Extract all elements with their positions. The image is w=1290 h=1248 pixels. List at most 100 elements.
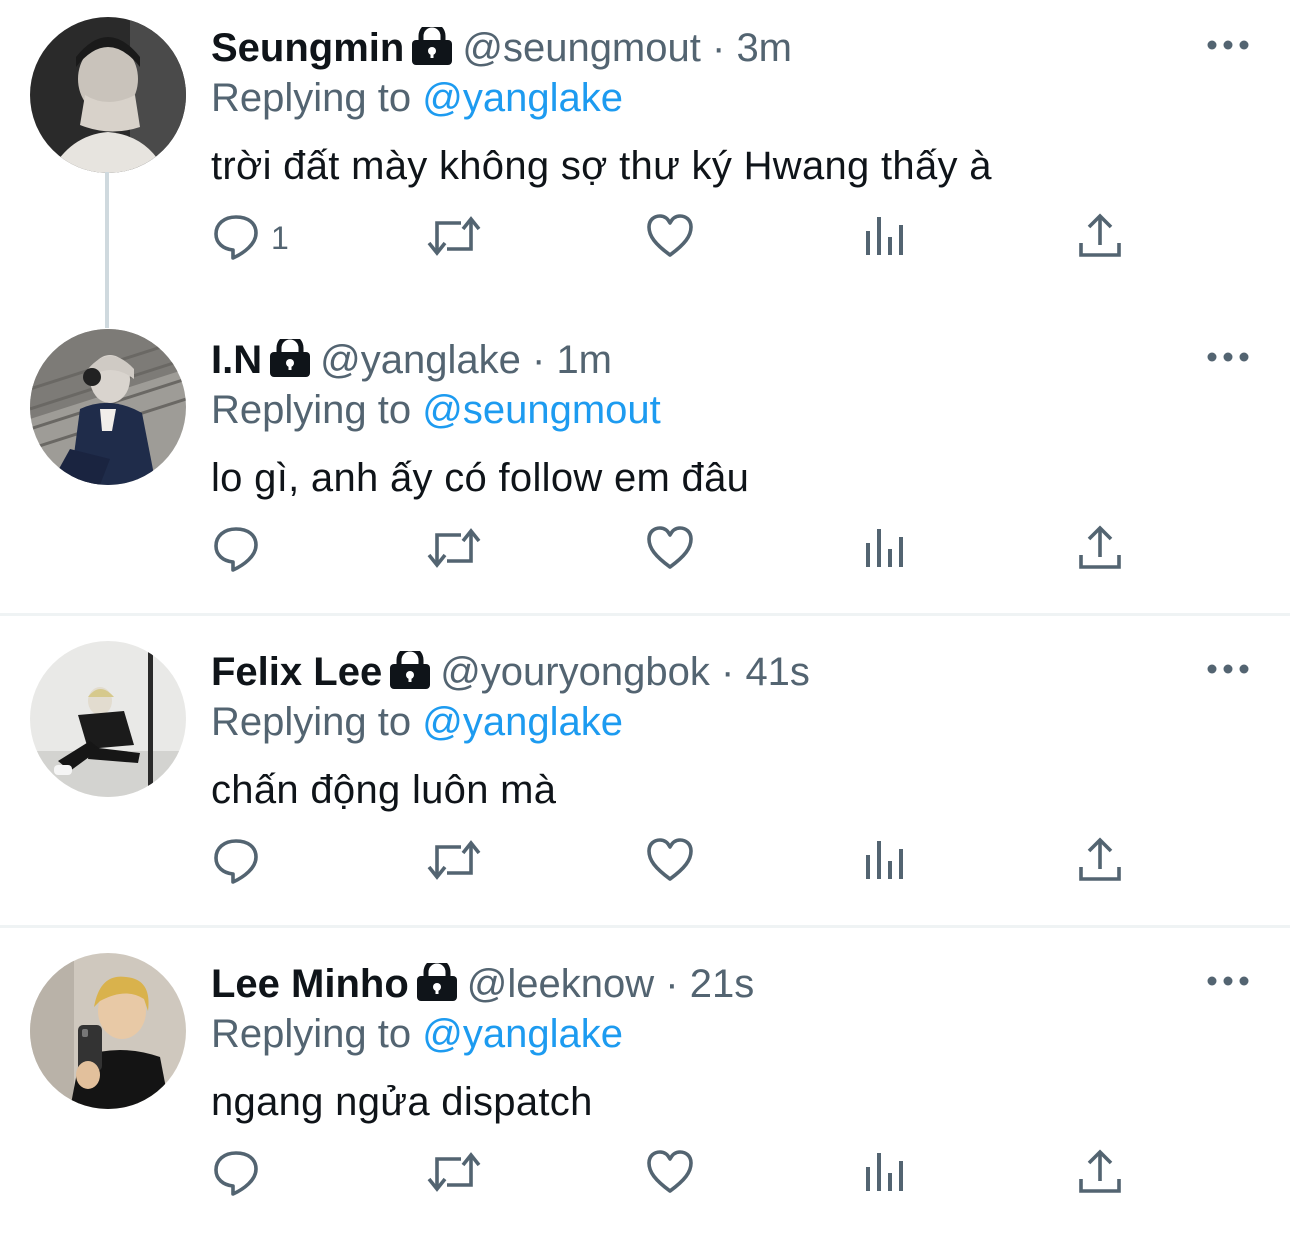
tweet-3[interactable]: Felix Lee @youryongbok · 41s Replying to …	[0, 624, 1290, 936]
avatar[interactable]	[30, 641, 186, 797]
retweet-button[interactable]	[425, 518, 483, 582]
username[interactable]: @yanglake	[320, 338, 521, 382]
more-options-icon[interactable]	[1206, 38, 1250, 52]
reply-button[interactable]: 1	[211, 206, 289, 270]
replying-to-label: Replying to	[211, 388, 412, 432]
lock-icon	[390, 646, 431, 702]
share-button[interactable]	[1077, 206, 1123, 270]
more-options-icon[interactable]	[1206, 662, 1250, 676]
retweet-icon	[425, 211, 483, 266]
tweet-header: Seungmin @seungmout · 3m	[211, 22, 792, 74]
tweet-divider	[0, 613, 1290, 616]
username[interactable]: @seungmout	[462, 26, 701, 70]
share-icon	[1077, 1147, 1123, 1202]
analytics-icon	[863, 1147, 907, 1202]
analytics-button[interactable]	[863, 206, 907, 270]
timestamp[interactable]: 41s	[745, 650, 810, 694]
reply-icon	[211, 835, 261, 890]
mention-link[interactable]: @yanglake	[422, 76, 623, 120]
tweet-text: lo gì, anh ấy có follow em đâu	[211, 456, 750, 500]
like-icon	[645, 211, 695, 266]
tweet-1[interactable]: Seungmin @seungmout · 3m Replying to @yan…	[0, 0, 1290, 328]
retweet-button[interactable]	[425, 206, 483, 270]
more-options-icon[interactable]	[1206, 974, 1250, 988]
avatar[interactable]	[30, 17, 186, 173]
more-options-icon[interactable]	[1206, 350, 1250, 364]
like-icon	[645, 1147, 695, 1202]
retweet-button[interactable]	[425, 1142, 483, 1206]
tweet-header: I.N @yanglake · 1m	[211, 334, 612, 386]
like-icon	[645, 523, 695, 578]
lock-icon	[412, 22, 453, 78]
mention-link[interactable]: @yanglake	[422, 700, 623, 744]
separator-dot: ·	[711, 26, 726, 70]
username[interactable]: @youryongbok	[440, 650, 710, 694]
reply-count: 1	[271, 219, 289, 256]
display-name[interactable]: Seungmin	[211, 26, 404, 70]
reply-button[interactable]	[211, 1142, 271, 1206]
replying-to: Replying to @yanglake	[211, 1008, 623, 1060]
share-icon	[1077, 211, 1123, 266]
share-button[interactable]	[1077, 518, 1123, 582]
analytics-icon	[863, 211, 907, 266]
replying-to: Replying to @yanglake	[211, 72, 623, 124]
share-icon	[1077, 835, 1123, 890]
like-button[interactable]	[645, 1142, 695, 1206]
thread-connector	[105, 172, 109, 328]
tweet-actions	[211, 518, 1131, 582]
replying-to-label: Replying to	[211, 76, 412, 120]
mention-link[interactable]: @seungmout	[422, 388, 661, 432]
display-name[interactable]: Felix Lee	[211, 650, 382, 694]
retweet-icon	[425, 523, 483, 578]
retweet-icon	[425, 835, 483, 890]
reply-icon	[211, 523, 261, 578]
tweet-text: ngang ngửa dispatch	[211, 1080, 593, 1124]
retweet-button[interactable]	[425, 830, 483, 894]
separator-dot: ·	[720, 650, 735, 694]
timestamp[interactable]: 21s	[690, 962, 755, 1006]
separator-dot: ·	[665, 962, 679, 1006]
tweet-2[interactable]: I.N @yanglake · 1m Replying to @seungmout…	[0, 312, 1290, 624]
analytics-button[interactable]	[863, 830, 907, 894]
analytics-icon	[863, 523, 907, 578]
mention-link[interactable]: @yanglake	[422, 1012, 623, 1056]
avatar[interactable]	[30, 953, 186, 1109]
timestamp[interactable]: 3m	[736, 26, 792, 70]
share-button[interactable]	[1077, 1142, 1123, 1206]
lock-icon	[270, 334, 311, 390]
reply-button[interactable]	[211, 830, 271, 894]
reply-icon	[211, 1147, 261, 1202]
like-button[interactable]	[645, 518, 695, 582]
retweet-icon	[425, 1147, 483, 1202]
avatar[interactable]	[30, 329, 186, 485]
tweet-text: chấn động luôn mà	[211, 768, 557, 812]
tweet-4[interactable]: Lee Minho @leeknow · 21s Replying to @yan…	[0, 936, 1290, 1248]
like-button[interactable]	[645, 206, 695, 270]
tweet-header: Lee Minho @leeknow · 21s	[211, 958, 754, 1010]
replying-to: Replying to @seungmout	[211, 384, 661, 436]
reply-button[interactable]	[211, 518, 271, 582]
replying-to-label: Replying to	[211, 700, 412, 744]
share-button[interactable]	[1077, 830, 1123, 894]
analytics-button[interactable]	[863, 518, 907, 582]
tweet-text: trời đất mày không sợ thư ký Hwang thấy …	[211, 144, 992, 188]
replying-to: Replying to @yanglake	[211, 696, 623, 748]
display-name[interactable]: I.N	[211, 338, 262, 382]
analytics-button[interactable]	[863, 1142, 907, 1206]
lock-icon	[416, 958, 457, 1014]
display-name[interactable]: Lee Minho	[211, 962, 409, 1006]
tweet-actions: 1	[211, 206, 1131, 270]
tweet-header: Felix Lee @youryongbok · 41s	[211, 646, 810, 698]
share-icon	[1077, 523, 1123, 578]
replying-to-label: Replying to	[211, 1012, 412, 1056]
tweet-divider	[0, 925, 1290, 928]
tweet-actions	[211, 1142, 1131, 1206]
like-button[interactable]	[645, 830, 695, 894]
timestamp[interactable]: 1m	[556, 338, 612, 382]
username[interactable]: @leeknow	[467, 962, 654, 1006]
tweet-actions	[211, 830, 1131, 894]
analytics-icon	[863, 835, 907, 890]
reply-icon	[211, 211, 261, 266]
separator-dot: ·	[531, 338, 546, 382]
like-icon	[645, 835, 695, 890]
